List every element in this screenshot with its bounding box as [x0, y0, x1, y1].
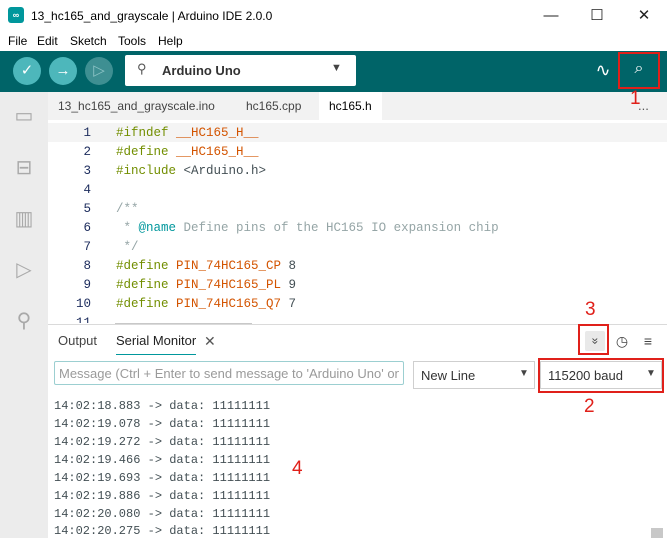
plotter-icon: ∿ — [595, 60, 611, 80]
chevron-down-icon: ▼ — [331, 62, 342, 74]
usb-icon: ⚲ — [137, 61, 147, 76]
code-line: #include <Arduino.h> — [116, 164, 267, 178]
menu-file[interactable]: File — [8, 34, 27, 48]
minimize-button[interactable]: — — [528, 0, 574, 31]
upload-button[interactable]: → — [49, 57, 77, 85]
log-line: 14:02:20.275 -> data: 11111111 — [54, 524, 271, 538]
annotation-label-4: 4 — [292, 458, 303, 479]
line-number: 7 — [83, 240, 91, 254]
debug-icon: ▷ — [93, 62, 105, 79]
toggle-timestamp-button[interactable]: ◷ — [612, 331, 632, 351]
code-line: */ — [116, 240, 139, 254]
line-ending-value: New Line — [421, 368, 476, 383]
log-line: 14:02:18.883 -> data: 11111111 — [54, 399, 271, 413]
clock-icon: ◷ — [615, 333, 629, 349]
check-icon: ✓ — [20, 62, 34, 79]
tab-output[interactable]: Output — [58, 333, 97, 348]
tab-ino[interactable]: 13_hc165_and_grayscale.ino — [48, 92, 225, 120]
arrow-right-icon: → — [55, 62, 71, 79]
line-number: 1 — [83, 126, 91, 140]
code-line: #define PIN_74HC165_CP 8 — [116, 259, 297, 273]
code-line: #ifndef __HC165_H__ — [116, 126, 259, 140]
verify-button[interactable]: ✓ — [13, 57, 41, 85]
serial-plotter-button[interactable]: ∿ — [592, 60, 614, 82]
menu-bar: File Edit Sketch Tools Help — [0, 31, 667, 51]
panel-header: Output Serial Monitor ✕ » ◷ ≡ — [48, 325, 667, 356]
arduino-logo-icon: ∞ — [8, 7, 24, 23]
line-number: 10 — [75, 297, 91, 311]
editor-tab-bar: 13_hc165_and_grayscale.ino hc165.cpp hc1… — [48, 92, 667, 120]
log-vertical-scrollbar[interactable] — [651, 528, 663, 538]
line-number: 6 — [83, 221, 91, 235]
code-line: /** — [116, 202, 139, 216]
annotation-label-1: 1 — [630, 88, 641, 109]
menu-sketch[interactable]: Sketch — [70, 34, 107, 48]
line-ending-select[interactable]: New Line ▼ — [413, 361, 535, 389]
code-line: #define PIN_74HC165_Q7 7 — [116, 297, 297, 311]
window-title: 13_hc165_and_grayscale | Arduino IDE 2.0… — [31, 9, 273, 23]
maximize-button[interactable]: ☐ — [574, 0, 620, 31]
log-line: 14:02:19.693 -> data: 11111111 — [54, 471, 271, 485]
log-line: 14:02:19.886 -> data: 11111111 — [54, 489, 271, 503]
annotation-box-baud — [538, 358, 664, 393]
code-line: * @name Define pins of the HC165 IO expa… — [116, 221, 499, 235]
board-selector[interactable]: ⚲ Arduino Uno ▼ — [125, 55, 356, 86]
log-line: 14:02:20.080 -> data: 11111111 — [54, 507, 271, 521]
title-bar: ∞ 13_hc165_and_grayscale | Arduino IDE 2… — [0, 0, 667, 31]
line-number: 8 — [83, 259, 91, 273]
serial-message-input[interactable] — [54, 361, 404, 385]
annotation-box-autoscroll — [578, 324, 609, 355]
line-number: 2 — [83, 145, 91, 159]
line-number: 5 — [83, 202, 91, 216]
annotation-label-2: 2 — [584, 396, 595, 417]
menu-tools[interactable]: Tools — [118, 34, 146, 48]
board-manager-icon[interactable]: ⊟ — [10, 154, 38, 182]
tab-hc165-cpp[interactable]: hc165.cpp — [236, 92, 311, 120]
menu-edit[interactable]: Edit — [37, 34, 58, 48]
tab-hc165-h[interactable]: hc165.h — [319, 92, 382, 120]
log-line: 14:02:19.466 -> data: 11111111 — [54, 453, 271, 467]
line-number: 9 — [83, 278, 91, 292]
search-icon[interactable]: ⚲ — [10, 307, 38, 335]
code-line: #define PIN_74HC165_PL 9 — [116, 278, 297, 292]
board-name: Arduino Uno — [162, 63, 241, 78]
sketchbook-folder-icon[interactable]: ▭ — [10, 102, 38, 130]
log-line: 14:02:19.078 -> data: 11111111 — [54, 417, 271, 431]
annotation-label-3: 3 — [585, 299, 596, 320]
clear-output-button[interactable]: ≡ — [638, 331, 658, 351]
close-icon[interactable]: ✕ — [204, 333, 216, 350]
library-manager-icon[interactable]: ▥ — [10, 205, 38, 233]
debug-sidebar-icon[interactable]: ▷ — [10, 256, 38, 284]
line-number: 3 — [83, 164, 91, 178]
tab-serial-monitor[interactable]: Serial Monitor — [116, 333, 197, 356]
line-number: 11 — [75, 316, 91, 323]
line-number: 4 — [83, 183, 91, 197]
chevron-down-icon: ▼ — [519, 368, 529, 379]
debug-button[interactable]: ▷ — [85, 57, 113, 85]
sidebar: ▭ ⊟ ▥ ▷ ⚲ — [0, 92, 48, 538]
log-line: 14:02:19.272 -> data: 11111111 — [54, 435, 271, 449]
clear-list-icon: ≡ — [643, 333, 653, 349]
menu-help[interactable]: Help — [158, 34, 183, 48]
annotation-box-serial-monitor — [618, 52, 660, 89]
close-window-button[interactable]: ✕ — [621, 0, 667, 31]
code-line: #define __HC165_H__ — [116, 145, 259, 159]
